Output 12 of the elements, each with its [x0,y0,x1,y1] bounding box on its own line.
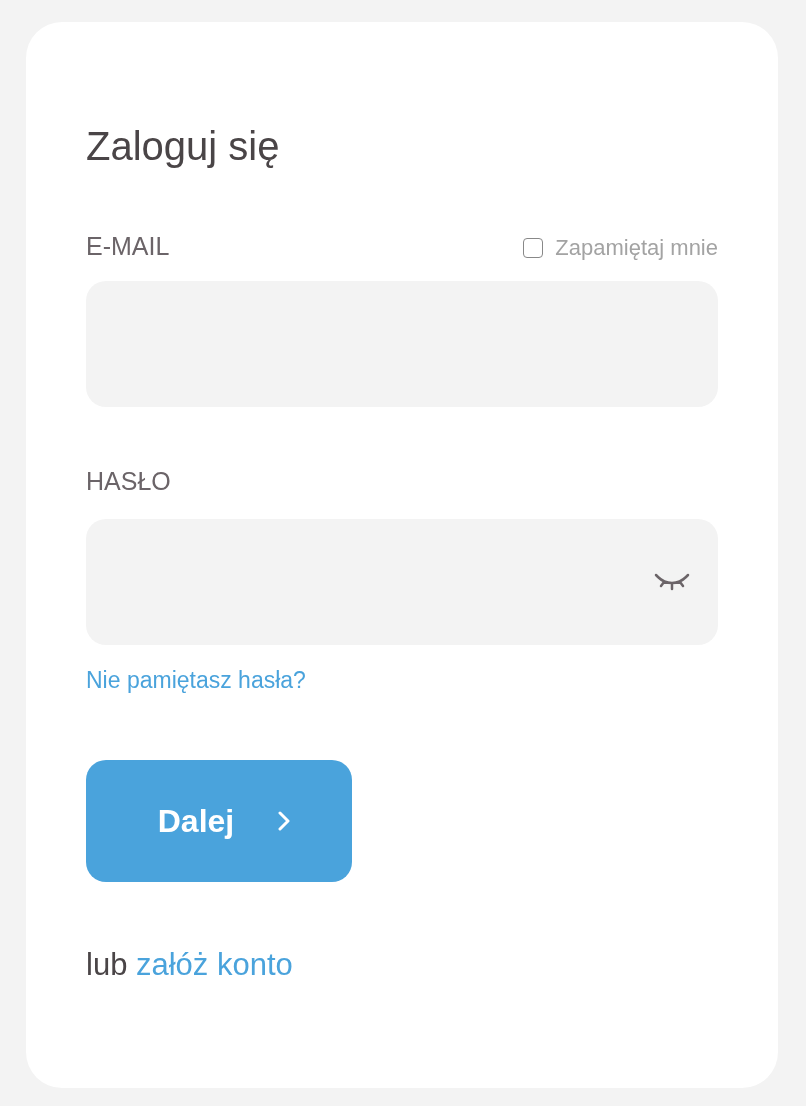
next-button[interactable]: Dalej [86,759,352,882]
closed-eye-icon[interactable] [654,571,690,593]
signup-prompt: lub załóż konto [86,945,294,984]
forgot-password-link[interactable]: Nie pamiętasz hasła? [86,667,306,693]
password-label: HASŁO [86,469,171,494]
signup-link[interactable]: załóż konto [136,946,293,982]
chevron-right-icon [278,810,291,831]
page-title: Zaloguj się [86,123,281,170]
remember-checkbox[interactable] [523,238,544,258]
email-label: E-MAIL [86,234,170,259]
password-field[interactable] [86,519,718,645]
remember-label: Zapamiętaj mnie [555,237,718,259]
